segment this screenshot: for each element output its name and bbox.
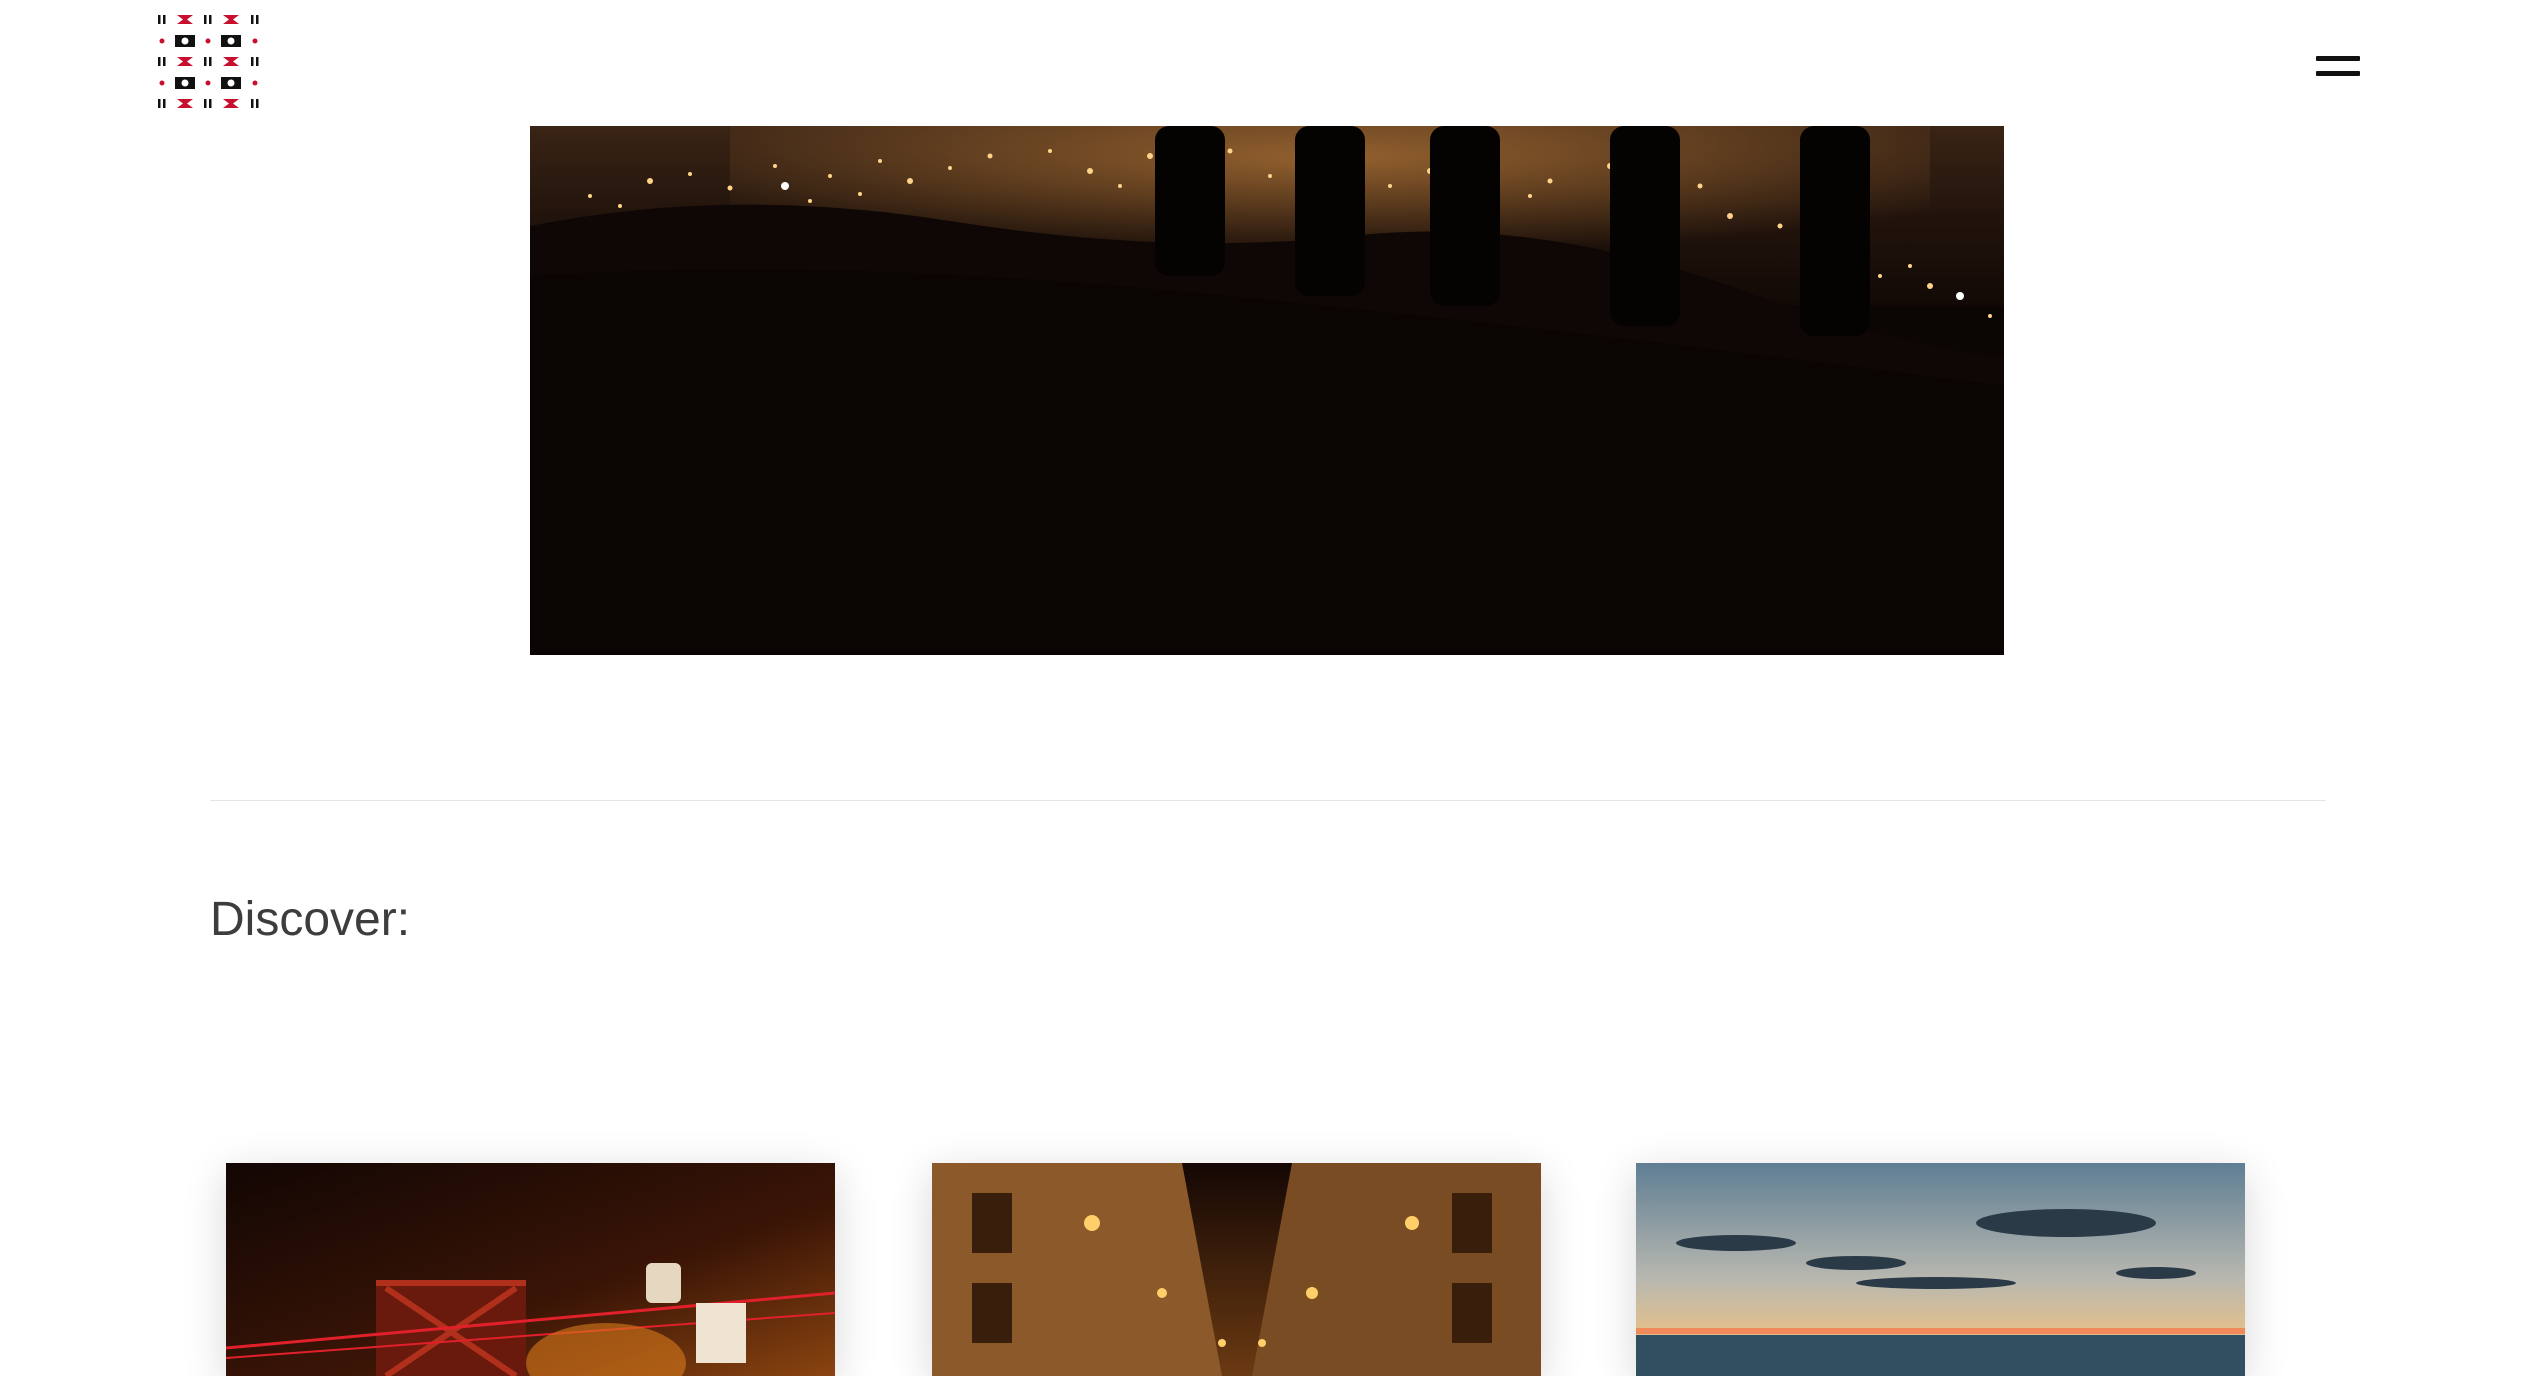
night-heritage-street-image [932,1163,1541,1376]
discover-card-sea-sunset[interactable] [1636,1163,2245,1376]
section-divider [210,800,2326,801]
menu-button[interactable] [2316,54,2360,80]
sea-sunset-image [1636,1163,2245,1376]
discover-heading: Discover: [210,893,411,946]
site-logo[interactable] [158,13,259,113]
night-bridge-street-image [226,1163,835,1376]
hero-image [530,126,2004,655]
woven-pattern-logo-icon [158,15,259,108]
discover-card-heritage-street[interactable] [932,1163,1541,1376]
site-header [0,0,2530,126]
discover-card-night-bridge[interactable] [226,1163,835,1376]
